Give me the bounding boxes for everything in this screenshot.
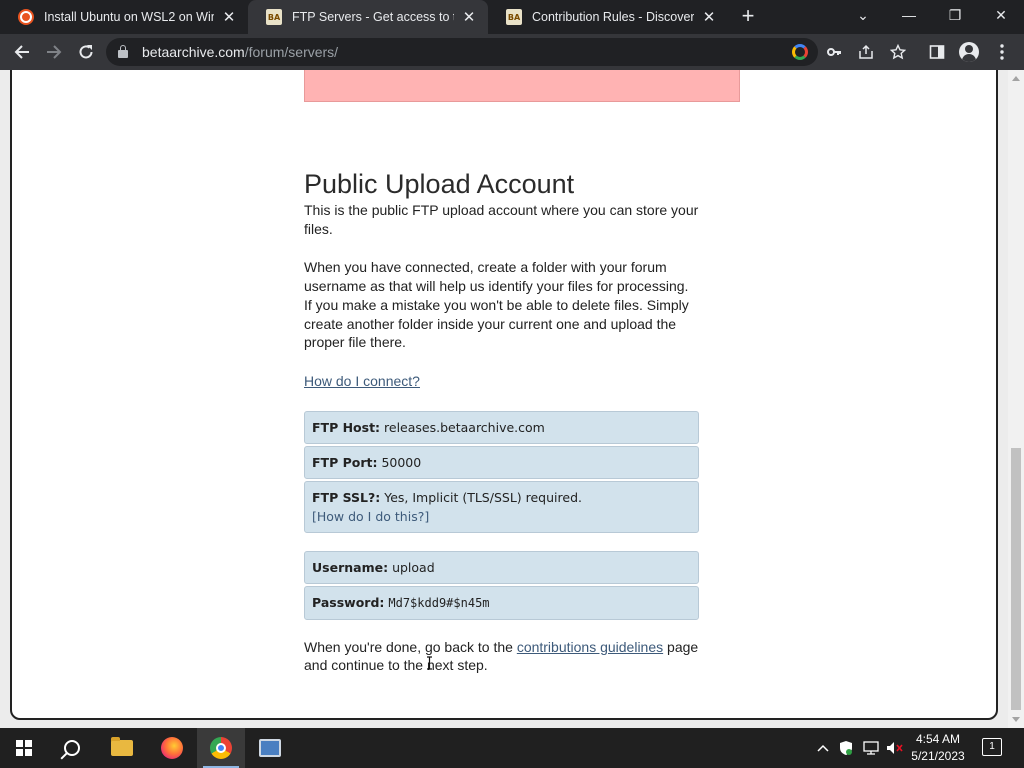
alert-box: [304, 70, 740, 102]
search-icon: [64, 740, 80, 756]
betaarchive-icon: BA: [506, 9, 522, 25]
new-tab-plus-icon[interactable]: +: [737, 5, 759, 28]
notifications-icon[interactable]: 1: [982, 738, 1002, 756]
tab-title: Contribution Rules - Discover ho: [532, 10, 694, 24]
tab-search-chevron-icon[interactable]: ⌄: [840, 0, 886, 30]
scroll-down-arrow-icon[interactable]: [1012, 717, 1020, 722]
ssl-help-link[interactable]: [How do I do this?]: [312, 509, 429, 524]
vertical-scrollbar[interactable]: [1008, 70, 1024, 728]
upload-account-section: Public Upload Account This is the public…: [304, 168, 699, 695]
password-value: Md7$kdd9#$n45m: [388, 595, 490, 610]
ftp-ssl-value: Yes, Implicit (TLS/SSL) required.: [384, 489, 582, 505]
tab-title: FTP Servers - Get access to the b: [292, 10, 454, 24]
security-shield-icon[interactable]: [836, 728, 856, 768]
chrome-button[interactable]: [197, 728, 245, 768]
file-explorer-button[interactable]: [98, 728, 146, 768]
tab-title: Install Ubuntu on WSL2 on Wind: [44, 10, 214, 24]
chrome-icon: [210, 737, 232, 759]
google-icon[interactable]: [790, 42, 810, 62]
close-tab-icon[interactable]: ✕: [700, 8, 718, 26]
account-details: Username: upload Password: Md7$kdd9#$n45…: [304, 550, 699, 620]
close-tab-icon[interactable]: ✕: [220, 8, 238, 26]
ftp-host-row: FTP Host: releases.betaarchive.com: [304, 410, 699, 444]
side-panel-icon[interactable]: [925, 40, 949, 64]
forward-arrow-icon[interactable]: [42, 40, 66, 64]
ftp-host-value: releases.betaarchive.com: [384, 419, 545, 435]
ftp-port-row: FTP Port: 50000: [304, 445, 699, 479]
tab-ftp-servers[interactable]: BA FTP Servers - Get access to the b ✕: [248, 0, 488, 34]
text-cursor-icon: [427, 656, 432, 670]
remote-desktop-button[interactable]: [246, 728, 294, 768]
instructions-text: When you have connected, create a folder…: [304, 259, 689, 351]
clock-time: 4:54 AM: [915, 732, 961, 746]
close-tab-icon[interactable]: ✕: [460, 8, 478, 26]
reload-icon[interactable]: [74, 40, 98, 64]
username-label: Username:: [312, 559, 389, 575]
username-row: Username: upload: [304, 550, 699, 584]
network-icon[interactable]: [860, 728, 882, 768]
username-value: upload: [392, 559, 435, 575]
key-icon[interactable]: [822, 40, 846, 64]
password-row: Password: Md7$kdd9#$n45m: [304, 585, 699, 620]
tab-strip: Install Ubuntu on WSL2 on Wind ✕ BA FTP …: [0, 0, 1024, 34]
share-icon[interactable]: [854, 40, 878, 64]
ftp-host-label: FTP Host:: [312, 419, 381, 435]
start-button[interactable]: [0, 728, 48, 768]
ubuntu-icon: [18, 9, 34, 25]
contributions-guidelines-link[interactable]: contributions guidelines: [517, 639, 663, 655]
url-text: betaarchive.com/forum/servers/: [142, 44, 339, 60]
scroll-up-arrow-icon[interactable]: [1012, 76, 1020, 81]
folder-icon: [111, 737, 133, 756]
clock-date: 5/21/2023: [911, 749, 965, 763]
profile-avatar-icon[interactable]: [957, 40, 981, 64]
windows-taskbar: 4:54 AM 5/21/2023 1: [0, 728, 1024, 768]
tab-contribution-rules[interactable]: BA Contribution Rules - Discover ho ✕: [488, 0, 728, 34]
windows-logo-icon: [16, 740, 32, 756]
password-label: Password:: [312, 594, 385, 610]
scroll-thumb[interactable]: [1011, 448, 1021, 710]
page-heading: Public Upload Account: [304, 169, 575, 199]
browser-toolbar: betaarchive.com/forum/servers/: [0, 34, 1024, 70]
address-bar[interactable]: betaarchive.com/forum/servers/: [106, 38, 818, 66]
intro-text: This is the public FTP upload account wh…: [304, 202, 699, 237]
ftp-port-value: 50000: [381, 454, 422, 470]
minimize-icon[interactable]: —: [886, 0, 932, 30]
how-to-connect-link[interactable]: How do I connect?: [304, 373, 420, 389]
show-hidden-icons-chevron-icon[interactable]: [814, 728, 832, 768]
close-window-icon[interactable]: ✕: [978, 0, 1024, 30]
firefox-button[interactable]: [148, 728, 196, 768]
outro-text: When you're done, go back to the contrib…: [304, 638, 699, 674]
ftp-ssl-row: FTP SSL?: Yes, Implicit (TLS/SSL) requir…: [304, 480, 699, 533]
search-button[interactable]: [48, 728, 96, 768]
remote-desktop-icon: [259, 739, 281, 757]
ftp-ssl-label: FTP SSL?:: [312, 489, 381, 505]
ftp-port-label: FTP Port:: [312, 454, 378, 470]
tab-ubuntu-wsl[interactable]: Install Ubuntu on WSL2 on Wind ✕: [0, 0, 248, 34]
bookmark-star-icon[interactable]: [886, 40, 910, 64]
lock-icon: [118, 45, 128, 58]
back-arrow-icon[interactable]: [10, 40, 34, 64]
restore-icon[interactable]: ❐: [932, 0, 978, 30]
more-menu-icon[interactable]: [990, 40, 1014, 64]
ftp-details: FTP Host: releases.betaarchive.com FTP P…: [304, 410, 699, 533]
system-clock[interactable]: 4:54 AM 5/21/2023: [906, 731, 970, 765]
firefox-icon: [161, 737, 183, 759]
volume-muted-icon[interactable]: [884, 728, 906, 768]
betaarchive-icon: BA: [266, 9, 282, 25]
